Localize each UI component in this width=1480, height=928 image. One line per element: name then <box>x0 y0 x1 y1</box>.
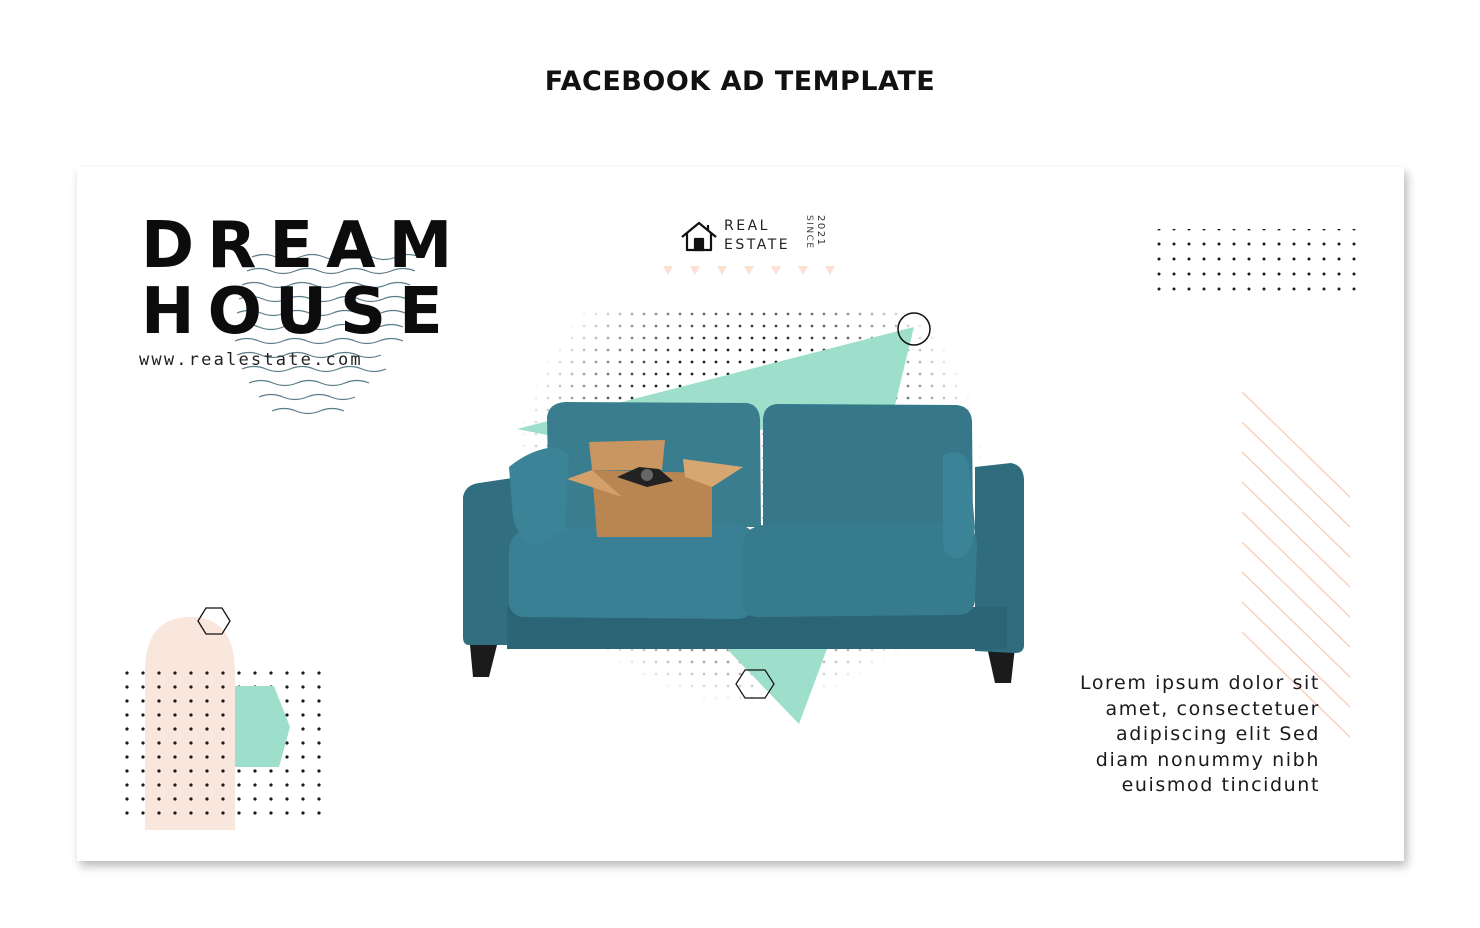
dot-grid-top-right <box>1147 229 1359 291</box>
website-url: www.realestate.com <box>139 350 363 370</box>
house-icon <box>681 221 717 252</box>
page-title: FACEBOOK AD TEMPLATE <box>544 66 936 97</box>
body-text-line: adipiscing elit Sed <box>1115 723 1320 745</box>
brand-name-line2: ESTATE <box>724 237 791 253</box>
headline-line2: HOUSE <box>141 275 456 349</box>
headline-line1: DREAM <box>141 209 466 283</box>
body-text: Lorem ipsum dolor sit amet, consectetuer… <box>1020 671 1320 799</box>
dot-grid-bottom-left <box>119 665 331 825</box>
brand-since-label: SINCE <box>804 215 814 250</box>
ad-card: DREAM HOUSE www.realestate.com REAL ESTA… <box>77 167 1404 861</box>
brand-name: REAL ESTATE <box>724 217 790 255</box>
body-text-line: diam nonummy nibh <box>1095 748 1320 771</box>
brand-year: 2021 <box>815 215 826 247</box>
peach-triangles-row <box>663 266 835 275</box>
brand-name-line1: REAL <box>724 218 770 234</box>
headline: DREAM HOUSE <box>141 213 465 345</box>
body-text-line: Lorem ipsum dolor sit <box>1079 672 1320 694</box>
body-text-line: amet, consectetuer <box>1105 697 1320 720</box>
body-text-line: euismod tincidunt <box>1121 774 1320 796</box>
